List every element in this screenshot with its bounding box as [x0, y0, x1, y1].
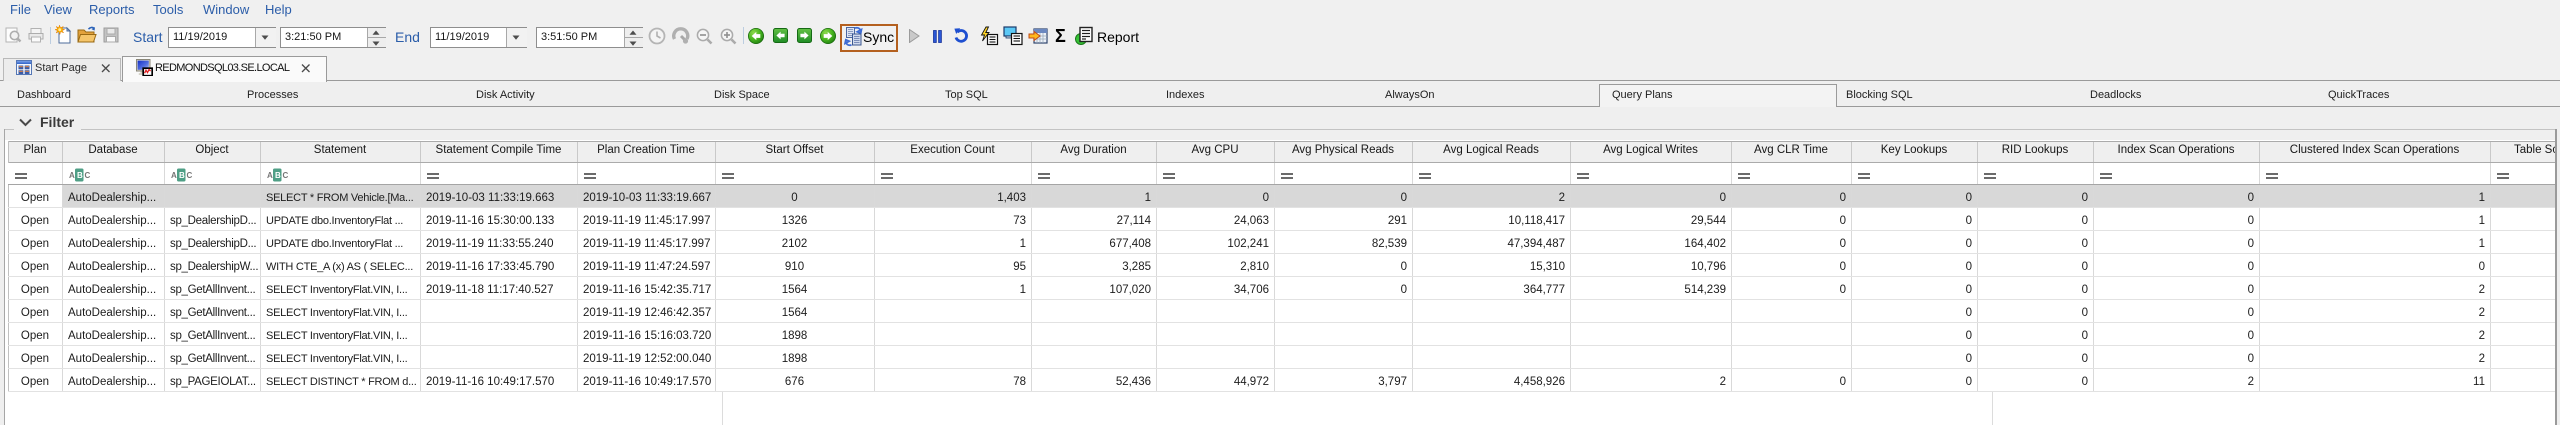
- svg-text:A: A: [69, 171, 75, 180]
- svg-text:B: B: [77, 171, 83, 180]
- svg-text:A: A: [171, 171, 177, 180]
- svg-text:A: A: [267, 171, 273, 180]
- svg-text:B: B: [275, 171, 281, 180]
- svg-text:C: C: [283, 171, 289, 180]
- svg-text:C: C: [85, 171, 91, 180]
- svg-text:B: B: [179, 171, 185, 180]
- svg-text:C: C: [187, 171, 193, 180]
